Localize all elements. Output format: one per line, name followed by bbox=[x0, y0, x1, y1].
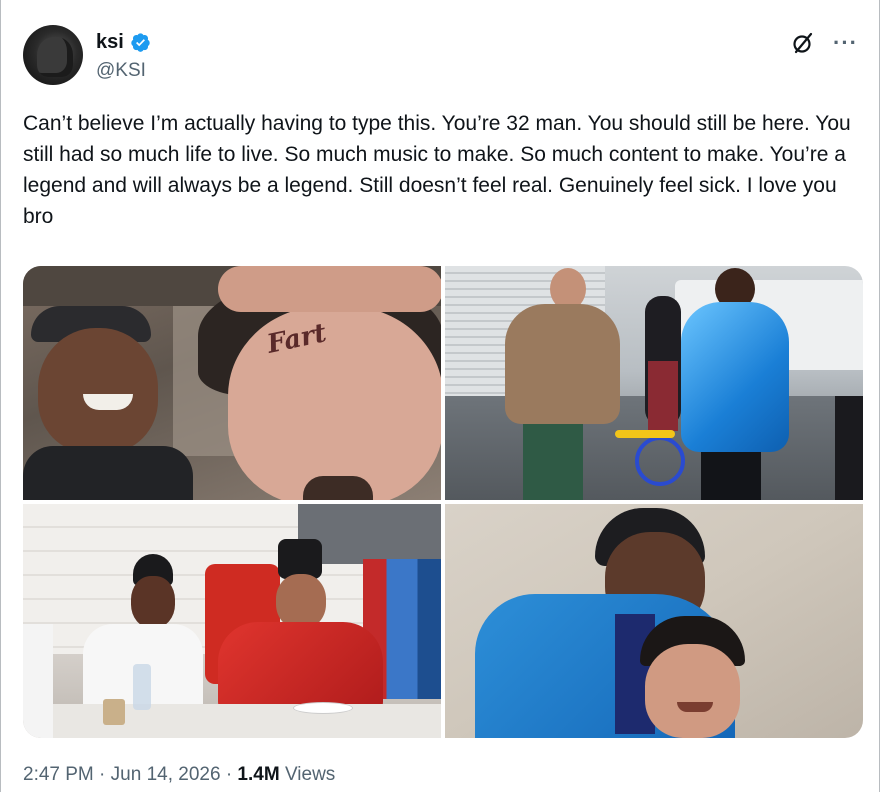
handle[interactable]: @KSI bbox=[96, 60, 146, 82]
display-name[interactable]: ksi bbox=[96, 31, 124, 54]
views-label: Views bbox=[284, 764, 336, 785]
more-icon[interactable]: ··· bbox=[833, 32, 858, 54]
media-grid: Fart bbox=[23, 266, 863, 738]
views-count: 1.4M bbox=[237, 764, 280, 785]
photo-4[interactable] bbox=[445, 504, 863, 738]
name-row: ksi bbox=[96, 30, 151, 54]
tweet-time[interactable]: 2:47 PM bbox=[23, 764, 94, 785]
photo-3[interactable] bbox=[23, 504, 441, 738]
tweet-text: Can’t believe I’m actually having to typ… bbox=[23, 112, 851, 228]
meta-separator: · bbox=[99, 764, 106, 785]
avatar[interactable] bbox=[23, 25, 83, 85]
photo-1[interactable]: Fart bbox=[23, 266, 441, 500]
photo-2[interactable] bbox=[445, 266, 863, 500]
tweet-date[interactable]: Jun 14, 2026 bbox=[111, 764, 221, 785]
grok-icon[interactable] bbox=[791, 31, 815, 55]
tweet-timestamp[interactable]: 2:47 PM · Jun 14, 2026 · 1.4M Views bbox=[23, 764, 335, 786]
header-actions: ··· bbox=[791, 31, 858, 55]
verified-badge-icon bbox=[131, 32, 150, 52]
tweet-header: ksi @KSI ··· bbox=[23, 25, 858, 87]
meta-separator: · bbox=[225, 764, 233, 785]
